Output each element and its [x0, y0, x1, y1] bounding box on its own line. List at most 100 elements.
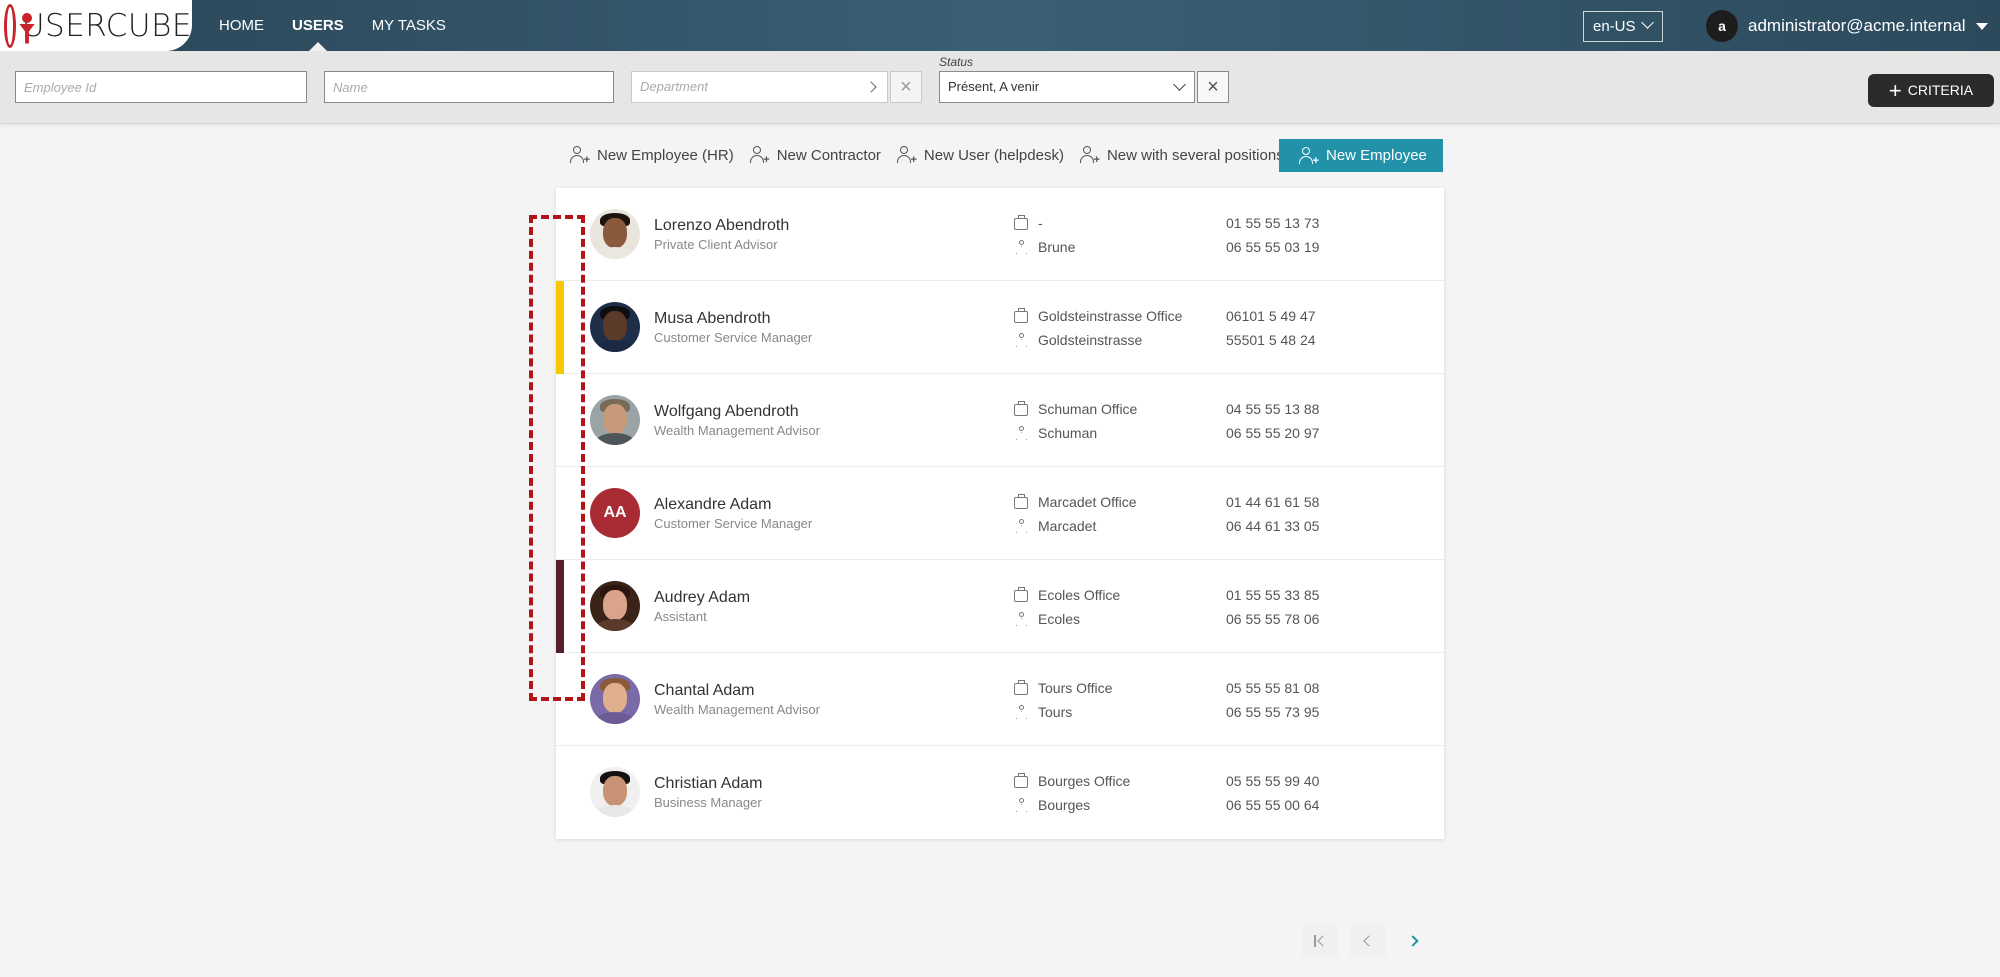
avatar — [590, 767, 640, 817]
add-person-icon: + — [570, 146, 590, 166]
top-navigation-bar: USERCUBE HOME USERS MY TASKS en-US a adm… — [0, 0, 2000, 51]
action-label: New with several positions — [1106, 146, 1284, 164]
chevron-right-icon — [865, 81, 877, 93]
employee-title: Private Client Advisor — [654, 237, 778, 252]
employee-office: Bourges Office — [1038, 773, 1131, 789]
employee-title: Wealth Management Advisor — [654, 423, 820, 438]
filter-bar: Department × Status Présent, A venir × +… — [0, 51, 2000, 124]
employee-row[interactable]: Chantal Adam Wealth Management Advisor T… — [556, 653, 1444, 746]
action-label: New Contractor — [776, 146, 881, 164]
employee-title: Wealth Management Advisor — [654, 702, 820, 717]
status-label: Status — [939, 55, 974, 69]
employee-site: Tours — [1038, 704, 1073, 720]
briefcase-icon — [1014, 773, 1028, 788]
chevron-left-icon — [1363, 935, 1375, 947]
user-avatar: a — [1706, 10, 1738, 42]
employee-row[interactable]: Christian Adam Business Manager Bourges … — [556, 746, 1444, 839]
person-location-icon — [1015, 519, 1029, 533]
employee-office: Marcadet Office — [1038, 494, 1137, 510]
employee-row[interactable]: Musa Abendroth Customer Service Manager … — [556, 281, 1444, 374]
employee-site: Marcadet — [1038, 518, 1097, 534]
employee-row[interactable]: Lorenzo Abendroth Private Client Advisor… — [556, 188, 1444, 281]
employee-mobile: 06 55 55 00 64 — [1226, 797, 1320, 813]
status-select[interactable]: Présent, A venir — [939, 71, 1195, 103]
employee-office: - — [1038, 215, 1043, 231]
employee-phone: 05 55 55 99 40 — [1226, 773, 1320, 789]
department-picker[interactable]: Department — [631, 71, 888, 103]
next-page-button[interactable] — [1398, 925, 1434, 957]
employee-site: Bourges — [1038, 797, 1091, 813]
employee-office: Goldsteinstrasse Office — [1038, 308, 1183, 324]
nav-my-tasks[interactable]: MY TASKS — [358, 0, 460, 51]
person-location-icon — [1015, 705, 1029, 719]
user-menu[interactable]: a administrator@acme.internal — [1706, 10, 1988, 42]
person-location-icon — [1015, 426, 1029, 440]
new-with-several-positions-link[interactable]: + New with several positions — [1079, 146, 1284, 166]
employee-mobile: 06 55 55 20 97 — [1226, 425, 1320, 441]
new-employee-hr-link[interactable]: + New Employee (HR) — [570, 146, 734, 166]
briefcase-icon — [1014, 680, 1028, 695]
employee-site: Goldsteinstrasse — [1038, 332, 1143, 348]
previous-page-button[interactable] — [1350, 925, 1386, 957]
language-value: en-US — [1593, 18, 1636, 35]
employee-title: Business Manager — [654, 795, 762, 810]
action-label: New Employee (HR) — [597, 146, 734, 164]
briefcase-icon — [1014, 308, 1028, 323]
employee-site: Schuman — [1038, 425, 1098, 441]
logo-text: USERCUBE — [21, 7, 192, 44]
employee-list: Lorenzo Abendroth Private Client Advisor… — [556, 188, 1444, 839]
new-user-helpdesk-link[interactable]: + New User (helpdesk) — [896, 146, 1064, 166]
employee-office: Ecoles Office — [1038, 587, 1121, 603]
employee-office: Tours Office — [1038, 680, 1113, 696]
avatar — [590, 674, 640, 724]
employee-row[interactable]: Wolfgang Abendroth Wealth Management Adv… — [556, 374, 1444, 467]
employee-row[interactable]: Audrey Adam Assistant Ecoles Office Ecol… — [556, 560, 1444, 653]
name-field[interactable] — [324, 71, 614, 103]
new-employee-button[interactable]: + New Employee — [1279, 139, 1443, 172]
person-location-icon — [1015, 240, 1029, 254]
employee-mobile: 06 55 55 73 95 — [1226, 704, 1320, 720]
first-page-button[interactable] — [1302, 925, 1338, 957]
nav-users[interactable]: USERS — [278, 0, 358, 51]
add-person-icon: + — [1299, 146, 1319, 166]
employee-phone: 05 55 55 81 08 — [1226, 680, 1320, 696]
employee-name: Christian Adam — [654, 775, 763, 792]
avatar-initials: AA — [590, 488, 640, 538]
clear-department-button[interactable]: × — [890, 71, 922, 103]
employee-id-field[interactable] — [15, 71, 307, 103]
avatar — [590, 395, 640, 445]
usercube-logo[interactable]: USERCUBE — [0, 0, 192, 51]
employee-name: Audrey Adam — [654, 589, 751, 606]
department-placeholder: Department — [640, 79, 708, 94]
employee-title: Assistant — [654, 609, 707, 624]
person-location-icon — [1015, 333, 1029, 347]
employee-title: Customer Service Manager — [654, 330, 813, 345]
avatar — [590, 581, 640, 631]
new-contractor-link[interactable]: + New Contractor — [749, 146, 881, 166]
action-label: New User (helpdesk) — [923, 146, 1064, 164]
employee-mobile: 55501 5 48 24 — [1226, 332, 1316, 348]
chevron-right-icon — [1407, 935, 1419, 947]
first-page-icon — [1314, 935, 1316, 947]
name-input[interactable] — [333, 72, 613, 102]
avatar — [590, 209, 640, 259]
employee-mobile: 06 44 61 33 05 — [1226, 518, 1320, 534]
employee-name: Lorenzo Abendroth — [654, 217, 790, 234]
clear-status-button[interactable]: × — [1197, 71, 1229, 103]
nav-home[interactable]: HOME — [205, 0, 278, 51]
avatar — [590, 302, 640, 352]
employee-id-input[interactable] — [24, 72, 306, 102]
chevron-down-icon — [1641, 16, 1654, 29]
employee-phone: 01 55 55 13 73 — [1226, 215, 1320, 231]
person-location-icon — [1015, 612, 1029, 626]
briefcase-icon — [1014, 215, 1028, 230]
employee-row[interactable]: AA Alexandre Adam Customer Service Manag… — [556, 467, 1444, 560]
employee-name: Alexandre Adam — [654, 496, 772, 513]
language-select[interactable]: en-US — [1583, 11, 1663, 42]
close-icon: × — [1207, 76, 1219, 98]
main-nav: HOME USERS MY TASKS — [205, 0, 460, 51]
add-person-icon: + — [896, 146, 917, 166]
new-employee-label: New Employee — [1326, 147, 1427, 164]
status-value: Présent, A venir — [948, 79, 1040, 94]
criteria-button[interactable]: + CRITERIA — [1868, 74, 1994, 107]
